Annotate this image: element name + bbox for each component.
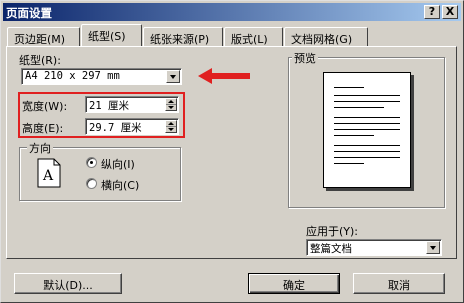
preview-title: 预览 (292, 50, 318, 66)
highlight-box (18, 92, 185, 138)
chevron-down-icon[interactable] (426, 241, 440, 254)
portrait-letter: A (42, 168, 54, 184)
portrait-radio[interactable] (86, 157, 97, 168)
preview-page (323, 72, 411, 188)
default-button[interactable]: 默认(D)... (14, 273, 122, 294)
red-arrow-annotation (198, 68, 250, 84)
landscape-label[interactable]: 横向(C) (101, 177, 139, 193)
help-button[interactable]: ? (424, 5, 440, 19)
apply-to-value: 整篇文档 (310, 243, 352, 255)
apply-to-select[interactable]: 整篇文档 (306, 239, 442, 256)
tab-paper-size[interactable]: 纸型(S) (81, 24, 142, 46)
apply-to-label: 应用于(Y): (306, 225, 359, 238)
tab-paper-source[interactable]: 纸张来源(P) (143, 27, 223, 46)
portrait-page-icon: A (37, 158, 61, 188)
orientation-title: 方向 (27, 140, 53, 156)
close-button[interactable]: X (442, 5, 458, 19)
cancel-button[interactable]: 取消 (353, 273, 445, 294)
page-setup-dialog: 页面设置 ? X 页边距(M) 纸型(S) 纸张来源(P) 版式(L) 文档网格… (0, 0, 464, 303)
ok-button[interactable]: 确定 (248, 273, 340, 294)
portrait-label[interactable]: 纵向(I) (101, 156, 135, 172)
tab-document-grid[interactable]: 文档网格(G) (284, 27, 368, 46)
paper-size-label: 纸型(R): (19, 54, 61, 67)
landscape-radio[interactable] (86, 178, 97, 189)
tab-margins[interactable]: 页边距(M) (7, 27, 80, 46)
title-bar: 页面设置 ? X (3, 3, 461, 21)
paper-size-select[interactable]: A4 210 x 297 mm (21, 68, 182, 85)
tab-layout[interactable]: 版式(L) (224, 27, 283, 46)
paper-size-value: A4 210 x 297 mm (25, 70, 120, 82)
chevron-down-icon[interactable] (166, 70, 180, 83)
window-title: 页面设置 (6, 6, 52, 20)
